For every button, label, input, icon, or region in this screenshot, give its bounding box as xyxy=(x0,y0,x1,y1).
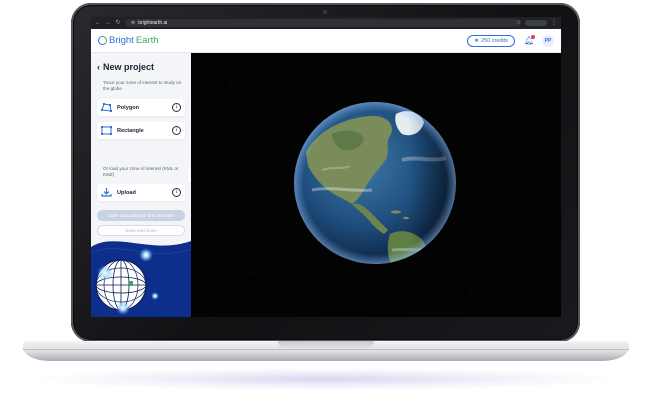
base-notch xyxy=(278,341,374,349)
laptop-shadow xyxy=(40,368,612,390)
logo-text-bright: Bright xyxy=(109,35,134,46)
polygon-tool-label: Polygon xyxy=(117,104,140,111)
polygon-icon xyxy=(101,103,112,112)
globe-map-viewport[interactable] xyxy=(191,53,561,317)
address-bar[interactable]: ⊜ brightearth.ai ☆ xyxy=(125,19,521,27)
app-header: Bright Earth ★ 250 credits 🔔︎ PP xyxy=(91,29,561,53)
globe-illustration xyxy=(91,241,191,317)
laptop-screen: ← → ↻ ⊜ brightearth.ai ☆ ⋮ Bright Earth ★… xyxy=(91,17,561,317)
site-info-icon[interactable]: ⊜ xyxy=(131,19,135,27)
credits-button[interactable]: ★ 250 credits xyxy=(467,34,515,47)
upload-info-icon[interactable]: i xyxy=(172,188,181,197)
save-and-add-scenario-button[interactable]: Save and add your first scenario xyxy=(97,210,185,221)
upload-icon xyxy=(101,188,112,197)
laptop-mockup: ← → ↻ ⊜ brightearth.ai ☆ ⋮ Bright Earth ★… xyxy=(0,0,652,402)
browser-extensions[interactable] xyxy=(525,20,547,26)
camera xyxy=(323,10,327,14)
logo-mark-icon xyxy=(98,36,107,45)
forward-arrow-icon[interactable]: → xyxy=(105,20,111,26)
upload-button[interactable]: Upload i xyxy=(97,184,185,201)
back-to-projects[interactable]: ‹ New project xyxy=(97,62,154,72)
credits-label: 250 credits xyxy=(481,37,508,44)
draw-hint: Trace your zone of interest to study on … xyxy=(103,80,182,91)
base-edge xyxy=(23,349,629,350)
url-host: brightearth.ai xyxy=(138,20,168,26)
address-bar-actions: ☆ xyxy=(516,19,521,27)
rectangle-icon xyxy=(101,126,112,135)
earth-globe[interactable] xyxy=(292,100,458,266)
reload-icon[interactable]: ↻ xyxy=(115,20,121,26)
chevron-left-icon: ‹ xyxy=(97,62,100,72)
rectangle-tool-label: Rectangle xyxy=(117,127,144,134)
upload-label: Upload xyxy=(117,189,136,196)
browser-menu-icon[interactable]: ⋮ xyxy=(551,20,557,26)
user-avatar[interactable]: PP xyxy=(542,34,554,47)
back-arrow-icon[interactable]: ← xyxy=(95,20,101,26)
rectangle-info-icon[interactable]: i xyxy=(172,126,181,135)
polygon-info-icon[interactable]: i xyxy=(172,103,181,112)
browser-toolbar: ← → ↻ ⊜ brightearth.ai ☆ ⋮ xyxy=(91,17,561,29)
star-icon: ★ xyxy=(474,37,480,44)
rectangle-tool-button[interactable]: Rectangle i xyxy=(97,122,185,139)
notification-dot xyxy=(531,34,535,39)
upload-hint: Or load your zone of interest (KML or KM… xyxy=(103,166,179,177)
notifications-button[interactable]: 🔔︎ xyxy=(524,34,535,46)
logo-text-earth: Earth xyxy=(135,35,159,46)
brightearth-logo[interactable]: Bright Earth xyxy=(98,35,159,46)
sidebar-title: New project xyxy=(103,62,155,72)
bookmark-star-icon[interactable]: ☆ xyxy=(516,19,521,27)
project-sidebar: ‹ New project Trace your zone of interes… xyxy=(91,53,191,317)
polygon-tool-button[interactable]: Polygon i xyxy=(97,99,185,116)
